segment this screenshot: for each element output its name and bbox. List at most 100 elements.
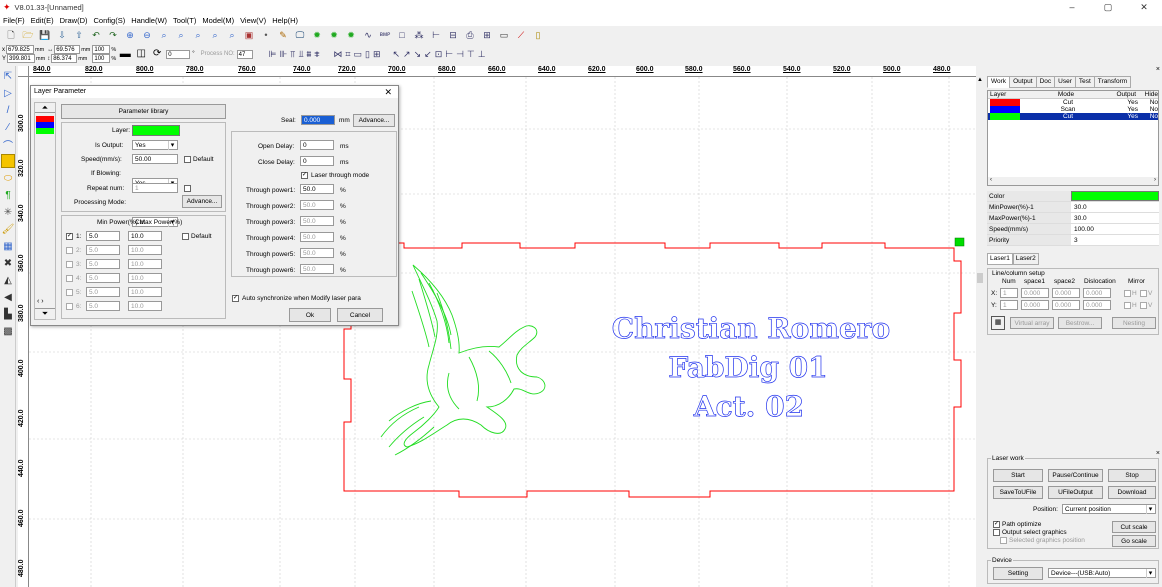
engrave-text-group[interactable]: Christian Romero FabDig 01 Act. 02 (611, 312, 890, 424)
layer-row[interactable]: Cut Yes No (988, 99, 1158, 106)
power-6-checkbox[interactable] (66, 303, 73, 310)
cancel-button[interactable]: Cancel (337, 308, 383, 322)
zoom-page-icon[interactable]: ⌕ (174, 28, 188, 42)
rotate-input[interactable]: 0 (166, 49, 191, 59)
dialog-layer-green[interactable] (36, 128, 54, 134)
scale-x-input[interactable]: 100 (92, 45, 111, 54)
node-icon[interactable]: • (259, 28, 273, 42)
rotate-icon[interactable]: ⟳ (150, 47, 164, 61)
menu-file[interactable]: File(F) (3, 16, 25, 25)
process-no-input[interactable]: 47 (236, 49, 253, 59)
curve-tool-icon[interactable]: ⌒ (1, 137, 15, 152)
power-1-max-input[interactable]: 10.0 (128, 231, 162, 241)
output-tool-icon[interactable]: ▙ (1, 307, 15, 321)
power-4-max-input[interactable]: 10.0 (128, 273, 162, 283)
zoom-fit-icon[interactable]: ⌕ (157, 28, 171, 42)
select-tool-icon[interactable]: ⇱ (1, 69, 15, 83)
rect-tool-icon[interactable] (1, 154, 15, 168)
repeat-checkbox[interactable] (184, 185, 191, 192)
layer-row[interactable]: Cut Yes No (988, 113, 1158, 120)
is-output-select[interactable]: Yes (132, 140, 178, 150)
align-top-icon[interactable]: ⫪ (290, 49, 295, 60)
lc-mirror-h-checkbox[interactable] (1124, 290, 1131, 297)
prop-value[interactable]: 3 (1071, 235, 1159, 245)
arrow-sw-icon[interactable]: ↙ (424, 49, 432, 60)
prop-row[interactable]: Speed(mm/s) 100.00 (987, 224, 1159, 235)
lc-mirror-h-checkbox[interactable] (1124, 302, 1131, 309)
node-edit-icon[interactable]: ▷ (1, 86, 15, 100)
lc-mirror-v-checkbox[interactable] (1140, 290, 1147, 297)
prop-value[interactable]: 30.0 (1071, 202, 1159, 212)
laser-through-checkbox[interactable]: ✓ (301, 172, 308, 179)
tab-work[interactable]: Work (987, 76, 1011, 88)
menu-tool[interactable]: Tool(T) (173, 16, 196, 25)
prop-value[interactable]: 30.0 (1071, 213, 1159, 223)
laser-pen-icon[interactable]: ⟋ (514, 28, 528, 42)
output-select-checkbox[interactable] (993, 529, 1000, 536)
pause-continue-button[interactable]: Pause/Continue (1048, 469, 1103, 482)
maximize-button[interactable]: ▢ (1090, 0, 1126, 14)
zoom-out-icon[interactable]: ⊖ (140, 28, 154, 42)
zoom-window-icon[interactable]: ⌕ (225, 28, 239, 42)
close-delay-input[interactable]: 0 (300, 156, 334, 166)
power-6-max-input[interactable]: 10.0 (128, 301, 162, 311)
save-to-ufile-button[interactable]: SaveToUFile (993, 486, 1043, 499)
through-power-1-input[interactable]: 50.0 (300, 184, 334, 194)
monitor-icon[interactable]: 🖵 (293, 28, 307, 42)
menu-model[interactable]: Model(M) (202, 16, 234, 25)
laser-icon-1[interactable]: ✹ (310, 28, 324, 42)
zoom-select-icon[interactable]: ⌕ (191, 28, 205, 42)
prop-value[interactable]: 100.00 (1071, 224, 1159, 234)
align-icon[interactable]: ⁂ (412, 28, 426, 42)
download-button[interactable]: Download (1108, 486, 1156, 499)
parameter-library-button[interactable]: Parameter library (61, 104, 226, 119)
same-height-icon[interactable]: ▯ (365, 49, 370, 60)
menu-draw[interactable]: Draw(D) (60, 16, 88, 25)
through-power-4-input[interactable]: 50.0 (300, 232, 334, 242)
frame-icon[interactable]: ▣ (242, 28, 256, 42)
zoom-all-icon[interactable]: ⌕ (208, 28, 222, 42)
zoom-in-icon[interactable]: ⊕ (123, 28, 137, 42)
virtual-array-button[interactable]: Virtual array (1010, 317, 1054, 329)
power-5-checkbox[interactable] (66, 289, 73, 296)
rectangle-icon[interactable]: □ (395, 28, 409, 42)
align-bottom-icon[interactable]: ⫫ (298, 49, 303, 60)
lc-dislocation-input[interactable]: 0.000 (1083, 288, 1111, 298)
repeat-input[interactable]: 1 (132, 183, 178, 193)
tab-laser1[interactable]: Laser1 (987, 253, 1013, 265)
top-edge-icon[interactable]: ⊤ (467, 49, 475, 60)
setting-button[interactable]: Setting (993, 567, 1043, 580)
lc-num-input[interactable]: 1 (1000, 288, 1018, 298)
bottom-edge-icon[interactable]: ⊥ (478, 49, 486, 60)
redo-icon[interactable]: ↷ (106, 28, 120, 42)
power-3-max-input[interactable]: 10.0 (128, 259, 162, 269)
lc-mirror-v-checkbox[interactable] (1140, 302, 1147, 309)
ufile-output-button[interactable]: UFileOutput (1048, 486, 1103, 499)
open-file-icon[interactable]: 🗁 (21, 28, 35, 42)
mirror-icon[interactable]: ◫ (134, 47, 148, 61)
power-4-min-input[interactable]: 5.0 (86, 273, 120, 283)
polyline-tool-icon[interactable]: ∕ (1, 120, 15, 134)
tab-laser2[interactable]: Laser2 (1012, 253, 1039, 265)
point-tool-icon[interactable]: ✳ (1, 205, 15, 219)
power-5-max-input[interactable]: 10.0 (128, 287, 162, 297)
delete-tool-icon[interactable]: ✖ (1, 256, 15, 270)
start-button[interactable]: Start (993, 469, 1043, 482)
power-default-checkbox[interactable] (182, 233, 189, 240)
array-tool-icon[interactable]: ◭ (1, 273, 15, 287)
layer-up-icon[interactable]: ⏶ (35, 103, 55, 113)
prop-row[interactable]: MaxPower(%)-1 30.0 (987, 213, 1159, 224)
center-icon[interactable]: ⊡ (435, 49, 443, 60)
device-select[interactable]: Device---(USB:Auto) (1048, 568, 1156, 578)
canvas-vertical-scrollbar[interactable]: ▲ (976, 77, 984, 587)
undo-icon[interactable]: ↶ (89, 28, 103, 42)
arrow-nw-icon[interactable]: ↖ (393, 49, 401, 60)
power-5-min-input[interactable]: 5.0 (86, 287, 120, 297)
go-scale-button[interactable]: Go scale (1112, 535, 1156, 547)
camera-icon[interactable]: ▭ (497, 28, 511, 42)
matrix-tool-icon[interactable]: ▩ (1, 324, 15, 338)
export-icon[interactable]: ⇧ (72, 28, 86, 42)
power-1-checkbox[interactable]: ✓ (66, 233, 73, 240)
y-position-input[interactable]: 399.801 (7, 54, 36, 63)
menu-help[interactable]: Help(H) (272, 16, 298, 25)
